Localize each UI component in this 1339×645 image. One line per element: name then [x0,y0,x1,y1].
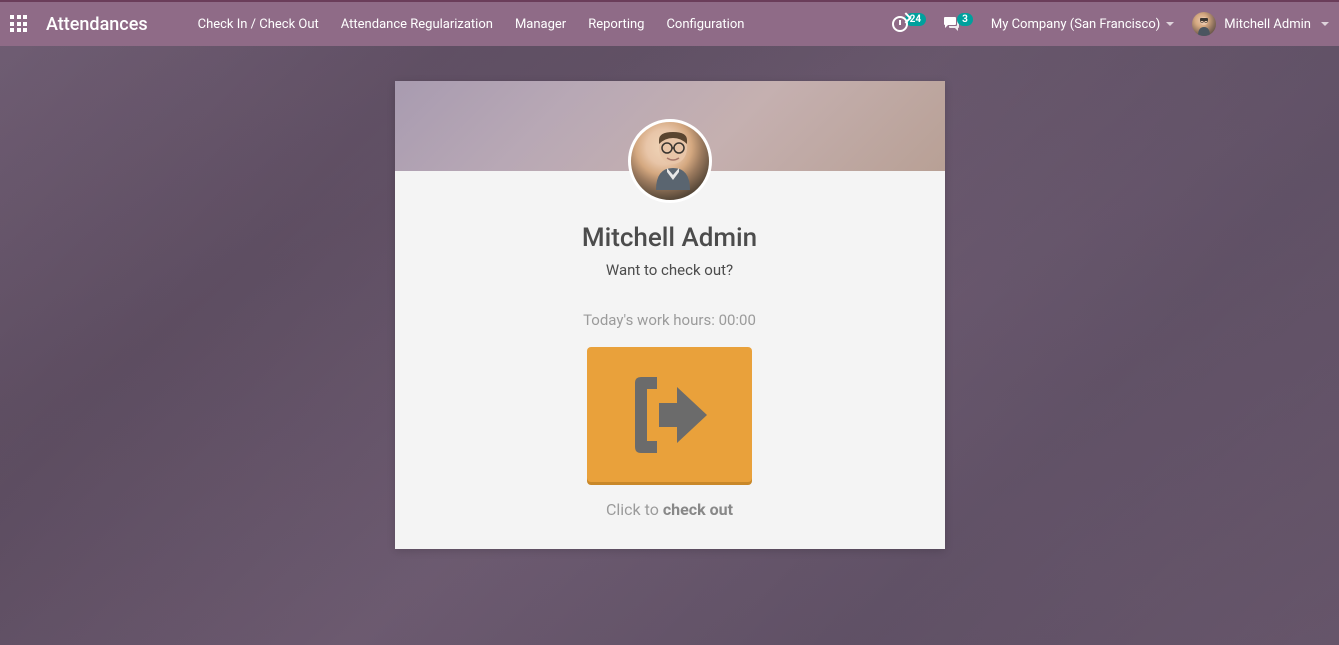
caret-down-icon [1321,22,1329,26]
click-hint-prefix: Click to [606,500,663,519]
nav-configuration[interactable]: Configuration [666,17,744,32]
user-name: Mitchell Admin [1224,17,1311,32]
checkout-prompt: Want to check out? [425,261,915,279]
click-hint: Click to check out [425,500,915,519]
work-hours-value: 00:00 [719,311,756,329]
nav-manager[interactable]: Manager [515,17,566,32]
work-hours: Today's work hours: 00:00 [425,311,915,329]
activities-button[interactable]: 24 [892,16,926,32]
nav-links: Check In / Check Out Attendance Regulari… [198,17,745,32]
caret-down-icon [1166,22,1174,26]
clock-icon [892,16,908,32]
navbar: Attendances Check In / Check Out Attenda… [0,2,1339,46]
company-name: My Company (San Francisco) [991,17,1160,32]
company-selector[interactable]: My Company (San Francisco) [991,17,1174,32]
card-header [395,81,945,171]
attendance-card: Mitchell Admin Want to check out? Today'… [395,81,945,549]
avatar-small [1192,12,1216,36]
sign-out-icon [625,375,715,455]
messages-button[interactable]: 3 [944,17,973,31]
employee-name: Mitchell Admin [425,223,915,253]
app-title[interactable]: Attendances [46,14,148,35]
nav-regularization[interactable]: Attendance Regularization [341,17,493,32]
nav-reporting[interactable]: Reporting [588,17,644,32]
work-hours-label: Today's work hours: [583,311,719,329]
nav-checkin[interactable]: Check In / Check Out [198,17,319,32]
checkout-button[interactable] [587,347,752,482]
user-menu[interactable]: Mitchell Admin [1192,12,1329,36]
employee-avatar [628,119,712,203]
apps-icon[interactable] [10,15,28,33]
click-hint-action: check out [663,500,733,519]
messages-badge: 3 [957,13,973,26]
